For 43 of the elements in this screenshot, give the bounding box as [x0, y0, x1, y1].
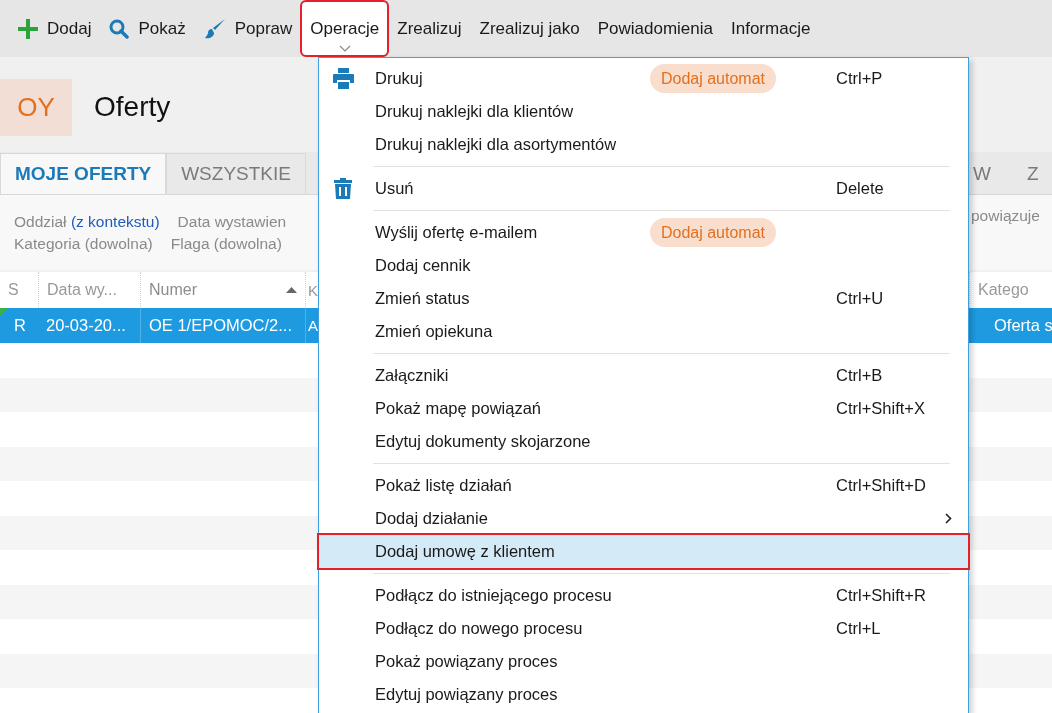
menu-item[interactable]: Drukuj naklejki dla klientów: [319, 95, 968, 128]
filter-label[interactable]: Oddział (z kontekstu): [14, 212, 160, 231]
table-cell-text: R: [13, 315, 27, 336]
menu-item[interactable]: Pokaż listę działań Ctrl+Shift+D: [319, 469, 968, 502]
menu-item[interactable]: Wyślij ofertę e-mailem Dodaj automat: [319, 216, 968, 249]
plus-icon: [18, 18, 38, 39]
toolbar-button[interactable]: Powiadomienia: [589, 2, 721, 55]
menu-item[interactable]: Dodaj cennik: [319, 249, 968, 282]
toolbar-button[interactable]: Operacje: [302, 2, 388, 55]
sort-ascending-icon: [286, 287, 297, 293]
trash-icon: [334, 178, 352, 199]
tab[interactable]: W: [969, 153, 1003, 194]
menu-item[interactable]: Zmień status Ctrl+U: [319, 282, 968, 315]
search-icon: [109, 18, 130, 39]
menu-item[interactable]: Edytuj powiązany proces: [319, 678, 968, 711]
brush-icon: [203, 17, 226, 40]
page-title: Oferty: [94, 91, 171, 123]
toolbar-button[interactable]: Zrealizuj: [389, 2, 470, 55]
chevron-down-icon: [338, 45, 351, 52]
menu-item[interactable]: Drukuj naklejki dla asortymentów: [319, 128, 968, 161]
menu-item[interactable]: Edytuj dokumenty skojarzone: [319, 425, 968, 458]
tab[interactable]: MOJE OFERTY: [0, 153, 167, 194]
menu-item[interactable]: Drukuj Dodaj automat Ctrl+P: [319, 62, 968, 95]
table-cell-text: 20-03-20...: [45, 315, 127, 336]
menu-item[interactable]: Dodaj umowę z klientem: [319, 535, 968, 568]
toolbar-button[interactable]: Popraw: [195, 2, 301, 55]
menu-item[interactable]: Pokaż mapę powiązań Ctrl+Shift+X: [319, 392, 968, 425]
menu-item[interactable]: Załączniki Ctrl+B: [319, 359, 968, 392]
menu-item[interactable]: Pokaż powiązany proces: [319, 645, 968, 678]
toolbar-button[interactable]: Pokaż: [101, 2, 194, 55]
menu-item[interactable]: Podłącz do istniejącego procesu Ctrl+Shift+R: [319, 579, 968, 612]
tab[interactable]: WSZYSTKIE: [166, 153, 306, 194]
tab[interactable]: Z: [1022, 153, 1051, 194]
toolbar-button[interactable]: Dodaj: [10, 2, 100, 55]
menu-item[interactable]: Podłącz do nowego procesu Ctrl+L: [319, 612, 968, 645]
toolbar-button[interactable]: Informacje: [723, 2, 819, 55]
module-badge: OY: [0, 78, 72, 136]
menu-item[interactable]: Dodaj działanie: [319, 502, 968, 535]
table-cell-text: Oferta s: [993, 315, 1052, 336]
menu-item[interactable]: Usuń Delete: [319, 172, 968, 205]
menu-item[interactable]: Zmień opiekuna: [319, 315, 968, 348]
printer-icon: [332, 68, 354, 89]
toolbar-button[interactable]: Zrealizuj jako: [471, 2, 588, 55]
